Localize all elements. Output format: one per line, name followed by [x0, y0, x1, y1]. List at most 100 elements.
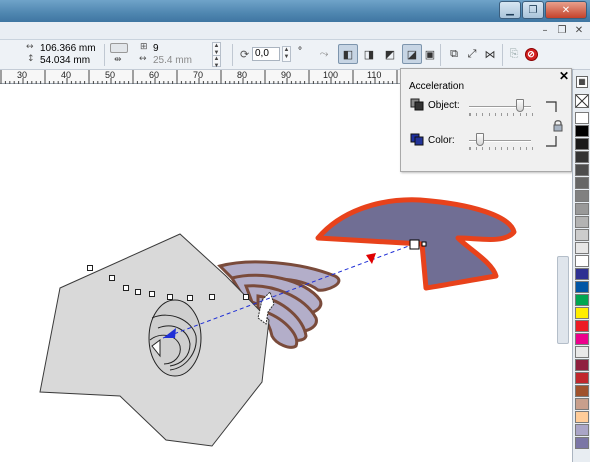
end-handle[interactable]	[409, 239, 420, 250]
direct-blend-icon: ◧	[342, 48, 354, 61]
doc-close-button[interactable]: ✕	[572, 25, 586, 38]
slider-tick	[476, 147, 478, 150]
color-swatch[interactable]	[575, 333, 589, 345]
color-swatch[interactable]	[575, 294, 589, 306]
clear-blend-icon: ⊘	[524, 47, 538, 61]
counterclockwise-blend-button[interactable]: ◩	[380, 44, 400, 64]
angle-spinner[interactable]: ▲ ▼	[282, 46, 291, 62]
direct-blend-button[interactable]: ◧	[338, 44, 358, 64]
angle-field[interactable]: 0,0	[252, 47, 280, 61]
path-node[interactable]	[209, 294, 215, 300]
minimize-button[interactable]: ▁	[499, 1, 521, 19]
slider-tick	[513, 147, 515, 150]
color-swatch[interactable]	[575, 437, 589, 449]
start-end-icon: ⧉	[450, 47, 458, 60]
color-swatch[interactable]	[575, 307, 589, 319]
color-slider-ticks	[469, 147, 533, 150]
color-swatch[interactable]	[575, 151, 589, 163]
path-node[interactable]	[123, 285, 129, 291]
title-bar: ▁ ❐ ✕	[0, 0, 590, 22]
width-field[interactable]: 106.366 mm	[40, 43, 96, 54]
spacing-spinner[interactable]: ▲ ▼	[212, 55, 221, 69]
path-node[interactable]	[243, 294, 249, 300]
slider-tick	[507, 147, 509, 150]
path-icon: ⤢	[467, 47, 477, 60]
color-swatch[interactable]	[575, 320, 589, 332]
doc-restore-button[interactable]: ❐	[555, 25, 569, 38]
steps-field[interactable]: 9	[153, 43, 159, 54]
slider-tick	[470, 147, 471, 150]
clear-blend-button[interactable]: ⊘	[521, 44, 541, 64]
color-swatch[interactable]	[575, 255, 589, 267]
path-node[interactable]	[149, 291, 155, 297]
clockwise-blend-button[interactable]: ◨	[359, 44, 379, 64]
color-swatch[interactable]	[575, 411, 589, 423]
no-color-swatch[interactable]	[575, 94, 589, 108]
color-swatch[interactable]	[575, 359, 589, 371]
ruler-label: 50	[105, 70, 116, 80]
color-swatch[interactable]	[575, 125, 589, 137]
color-slider-thumb[interactable]	[476, 133, 485, 146]
object-color-acceleration-button[interactable]: ◪	[402, 44, 422, 64]
color-swatch[interactable]	[575, 242, 589, 254]
ruler-label: 30	[17, 70, 28, 80]
spacing-field[interactable]: 25.4 mm	[153, 55, 192, 66]
blend-spacing-icon: ⇹	[114, 55, 122, 65]
path-properties-button[interactable]: ⤢	[462, 44, 482, 64]
doc-minimize-button[interactable]: –	[538, 25, 552, 38]
acceleration-icon: ◪	[406, 48, 418, 61]
height-icon: ↕	[27, 54, 35, 64]
object-slider-thumb[interactable]	[516, 99, 525, 112]
separator	[104, 44, 105, 66]
path-node[interactable]	[187, 295, 193, 301]
close-icon[interactable]: ✕	[559, 69, 569, 83]
color-swatch[interactable]	[575, 281, 589, 293]
color-swatch[interactable]	[575, 203, 589, 215]
color-swatch[interactable]	[575, 112, 589, 124]
slider-tick	[501, 113, 502, 116]
palette-menu-button[interactable]: ▦	[576, 76, 588, 88]
color-swatch[interactable]	[575, 346, 589, 358]
height-field[interactable]: 54.034 mm	[40, 55, 90, 66]
accelerate-size-button[interactable]: ▣	[420, 44, 440, 64]
close-window-button[interactable]: ✕	[545, 1, 587, 19]
slider-tick	[525, 113, 527, 116]
slider-tick	[476, 113, 478, 116]
accelerate-size-icon: ▣	[424, 48, 436, 61]
slider-tick	[532, 147, 533, 150]
object-acceleration-icon	[410, 98, 424, 111]
separator	[232, 44, 233, 66]
color-swatch[interactable]	[575, 216, 589, 228]
color-swatch[interactable]	[575, 190, 589, 202]
color-swatch[interactable]	[575, 177, 589, 189]
lock-icon[interactable]	[551, 119, 565, 133]
loop-blend-button[interactable]: ⤳	[314, 44, 334, 64]
docker-title: Acceleration	[409, 81, 465, 92]
more-blend-options-button[interactable]: ⋈	[480, 44, 500, 64]
color-swatch[interactable]	[575, 138, 589, 150]
start-end-properties-button[interactable]: ⧉	[444, 44, 464, 64]
ruler-label: 70	[193, 70, 204, 80]
color-swatch[interactable]	[575, 164, 589, 176]
degree-symbol: °	[298, 46, 302, 57]
slider-tick	[470, 113, 471, 116]
vertical-scrollbar-thumb[interactable]	[557, 256, 569, 344]
width-icon: ↔	[26, 42, 34, 52]
path-node[interactable]	[87, 265, 93, 271]
color-swatch[interactable]	[575, 424, 589, 436]
slider-tick	[519, 113, 521, 116]
color-swatch[interactable]	[575, 385, 589, 397]
more-options-icon: ⋈	[484, 48, 496, 61]
slider-tick	[519, 147, 521, 150]
slider-tick	[501, 147, 502, 150]
restore-button[interactable]: ❐	[522, 1, 544, 19]
color-swatch[interactable]	[575, 398, 589, 410]
color-swatch[interactable]	[575, 268, 589, 280]
path-node[interactable]	[135, 289, 141, 295]
path-node[interactable]	[109, 275, 115, 281]
ruler-label: 80	[237, 70, 248, 80]
loop-blend-icon: ⤳	[319, 47, 329, 60]
color-swatch[interactable]	[575, 372, 589, 384]
color-swatch[interactable]	[575, 229, 589, 241]
path-node[interactable]	[167, 294, 173, 300]
